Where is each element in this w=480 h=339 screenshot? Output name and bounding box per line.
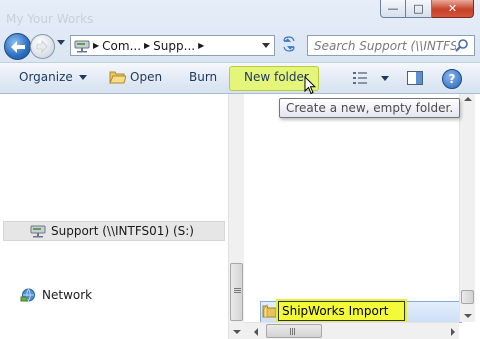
breadcrumb-separator[interactable]: ▶ [198, 41, 204, 50]
refresh-button[interactable] [279, 36, 299, 56]
breadcrumb-support[interactable]: Supp... [153, 39, 195, 53]
forward-button[interactable] [30, 34, 55, 59]
breadcrumb-computer[interactable]: Com... [102, 39, 141, 53]
scroll-up-arrow[interactable] [464, 97, 472, 101]
search-placeholder: Search Support (\\INTFS01) (S:) [314, 38, 456, 53]
new-folder-tooltip: Create a new, empty folder. [279, 98, 461, 118]
nav-item-label: Support (\\INTFS01) (S:) [51, 224, 194, 238]
navigation-pane: Support (\\INTFS01) (S:) Network [0, 94, 228, 339]
address-bar[interactable]: ▶ Com... ▶ Supp... ▶ [70, 35, 275, 56]
search-icon[interactable] [454, 38, 470, 54]
organize-label: Organize [19, 70, 73, 84]
command-toolbar: Organize Open Burn New folder ? [0, 62, 480, 94]
title-bar[interactable]: My Your Works — □ ✕ [0, 0, 480, 30]
change-view-button[interactable] [353, 72, 389, 84]
preview-pane-icon [407, 71, 423, 85]
chevron-down-icon [78, 74, 87, 80]
nav-item-network[interactable]: Network [20, 287, 92, 303]
folder-name-edit-field[interactable] [278, 301, 405, 321]
close-button[interactable]: ✕ [432, 0, 474, 18]
new-folder-label: New folder [244, 70, 309, 84]
open-label: Open [130, 70, 163, 84]
new-folder-button[interactable]: New folder [244, 70, 309, 84]
explorer-window: My Your Works — □ ✕ ▶ Com... ▶ Supp... ▶… [0, 0, 480, 339]
scroll-right-arrow[interactable] [451, 328, 455, 336]
scrollbar-thumb[interactable] [266, 324, 322, 338]
minimize-button[interactable]: — [380, 0, 406, 18]
burn-label: Burn [189, 70, 218, 84]
file-list-horizontal-scrollbar[interactable] [244, 322, 459, 339]
breadcrumb-separator: ▶ [93, 41, 100, 50]
address-history-dropdown[interactable] [262, 43, 270, 48]
open-button[interactable]: Open [109, 70, 162, 84]
window-controls: — □ ✕ [380, 0, 474, 18]
scroll-down-arrow[interactable] [464, 314, 472, 318]
mouse-pointer-icon [304, 76, 316, 95]
forward-arrow-icon [36, 40, 48, 53]
preview-pane-button[interactable] [407, 71, 423, 85]
recent-pages-dropdown[interactable] [57, 40, 65, 45]
search-box[interactable]: Search Support (\\INTFS01) (S:) [307, 35, 475, 56]
scroll-down-arrow[interactable] [233, 330, 241, 334]
network-icon [20, 288, 35, 302]
network-drive-icon [30, 225, 46, 238]
back-button[interactable] [4, 33, 31, 60]
nav-item-support-drive[interactable]: Support (\\INTFS01) (S:) [3, 221, 225, 241]
maximize-button[interactable]: □ [406, 0, 432, 18]
nav-item-label: Network [42, 288, 93, 302]
window-title: My Your Works [6, 12, 94, 26]
file-list-vertical-scrollbar[interactable] [459, 94, 475, 322]
back-arrow-icon [10, 40, 25, 53]
scroll-left-arrow[interactable] [254, 328, 258, 336]
folder-open-icon [109, 71, 126, 84]
navigation-pane-scrollbar[interactable] [228, 94, 244, 339]
help-button[interactable]: ? [442, 69, 462, 89]
burn-button[interactable]: Burn [189, 70, 217, 84]
scrollbar-thumb[interactable] [461, 290, 474, 304]
network-drive-icon [74, 40, 90, 52]
breadcrumb-separator[interactable]: ▶ [144, 41, 150, 50]
chevron-down-icon [381, 75, 389, 81]
navigation-bar: ▶ Com... ▶ Supp... ▶ Search Support (\\I… [0, 30, 480, 62]
refresh-icon [283, 36, 295, 52]
scrollbar-thumb[interactable] [230, 263, 243, 321]
views-icon [353, 72, 367, 84]
folder-icon [262, 304, 277, 318]
organize-button[interactable]: Organize [19, 70, 87, 84]
